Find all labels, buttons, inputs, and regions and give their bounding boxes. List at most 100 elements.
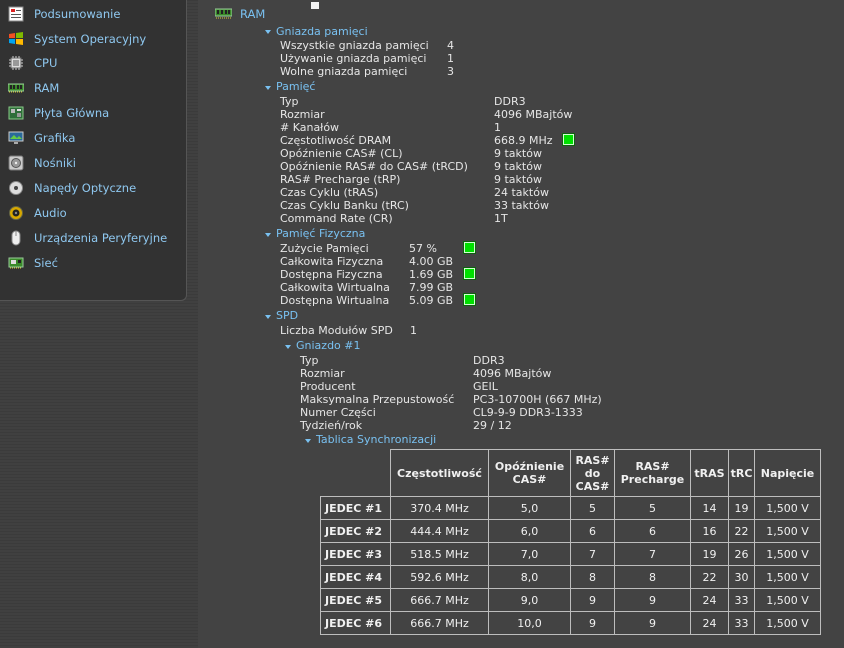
collapse-arrow-icon[interactable] — [265, 30, 271, 34]
table-cell: 6,0 — [488, 519, 571, 543]
table-row: JEDEC #4 592.6 MHz 8,0 8 8 22 30 1,500 V — [320, 565, 821, 589]
section-heading-memory[interactable]: Pamięć — [276, 80, 315, 93]
table-cell: 9 — [614, 611, 691, 635]
sidebar-item-optical-drives[interactable]: Napędy Optyczne — [8, 178, 136, 198]
sidebar-item-label: Płyta Główna — [34, 106, 110, 120]
table-cell: 370.4 MHz — [390, 496, 489, 520]
total-physical-value: 4.00 GB — [409, 255, 454, 268]
collapse-arrow-icon[interactable] — [305, 439, 311, 443]
table-cell: 24 — [690, 588, 729, 612]
hard-drive-icon — [8, 155, 24, 171]
memory-type-label: Typ — [280, 95, 299, 108]
status-ok-icon — [464, 294, 475, 305]
sidebar-item-label: System Operacyjny — [34, 32, 147, 46]
table-cell: 8 — [614, 565, 691, 589]
slots-used-label: Używanie gniazda pamięci — [280, 52, 427, 65]
collapse-arrow-icon[interactable] — [265, 233, 271, 237]
table-cell: 19 — [728, 496, 755, 520]
collapse-arrow-icon[interactable] — [285, 345, 291, 349]
sidebar-item-graphics[interactable]: Grafika — [8, 128, 75, 148]
sidebar-item-operating-system[interactable]: System Operacyjny — [8, 29, 146, 49]
table-cell: 19 — [690, 542, 729, 566]
table-cell: 5,0 — [488, 496, 571, 520]
total-virtual-value: 7.99 GB — [409, 281, 454, 294]
motherboard-icon — [8, 105, 24, 121]
available-physical-value: 1.69 GB — [409, 268, 454, 281]
command-rate-label: Command Rate (CR) — [280, 212, 393, 225]
table-cell: 9 — [614, 588, 691, 612]
column-header-voltage: Napięcie — [754, 449, 821, 497]
page-title: RAM — [240, 7, 266, 21]
total-physical-label: Całkowita Fizyczna — [280, 255, 384, 268]
spd-part-number-value: CL9-9-9 DDR3-1333 — [473, 406, 583, 419]
collapse-arrow-icon[interactable] — [265, 86, 271, 90]
collapse-arrow-icon[interactable] — [265, 315, 271, 319]
row-header: JEDEC #3 — [320, 542, 391, 566]
table-cell: 7 — [570, 542, 615, 566]
sidebar-item-label: Audio — [34, 206, 67, 220]
spd-manufacturer-value: GEIL — [473, 380, 498, 393]
spd-week-year-value: 29 / 12 — [473, 419, 512, 432]
table-cell: 7,0 — [488, 542, 571, 566]
timing-table-heading[interactable]: Tablica Synchronizacji — [316, 433, 436, 446]
sidebar-item-label: Napędy Optyczne — [34, 181, 137, 195]
trc-label: Czas Cyklu Banku (tRC) — [280, 199, 409, 212]
sidebar-item-ram[interactable]: RAM — [8, 78, 59, 98]
table-cell: 33 — [728, 588, 755, 612]
slots-total-value: 4 — [447, 39, 454, 52]
section-heading-slots[interactable]: Gniazda pamięci — [276, 25, 368, 38]
sidebar-item-motherboard[interactable]: Płyta Główna — [8, 103, 109, 123]
table-row: JEDEC #6 666.7 MHz 10,0 9 9 24 33 1,500 … — [320, 611, 821, 635]
optical-disc-icon — [8, 180, 24, 196]
table-cell: 1,500 V — [754, 565, 821, 589]
sidebar-item-audio[interactable]: Audio — [8, 203, 67, 223]
spd-size-label: Rozmiar — [300, 367, 345, 380]
table-cell: 22 — [728, 519, 755, 543]
spd-manufacturer-label: Producent — [300, 380, 356, 393]
status-ok-icon — [464, 268, 475, 279]
table-cell: 1,500 V — [754, 519, 821, 543]
spd-type-label: Typ — [300, 354, 319, 367]
table-cell: 5 — [570, 496, 615, 520]
trc-value: 33 taktów — [494, 199, 549, 212]
monitor-icon — [8, 130, 24, 146]
table-cell: 518.5 MHz — [390, 542, 489, 566]
dram-frequency-value: 668.9 MHz — [494, 134, 553, 147]
command-rate-value: 1T — [494, 212, 508, 225]
sidebar-item-network[interactable]: Sieć — [8, 253, 58, 273]
table-cell: 9 — [570, 611, 615, 635]
sidebar: Podsumowanie System Operacyjny CPU RAM P… — [0, 0, 187, 301]
scrollbar-thumb[interactable] — [311, 2, 319, 9]
sidebar-item-label: Grafika — [34, 131, 76, 145]
ram-icon — [214, 7, 233, 24]
timing-table: Częstotliwość Opóźnienie CAS# RAS# do CA… — [320, 449, 821, 635]
table-cell: 30 — [728, 565, 755, 589]
sidebar-item-storage[interactable]: Nośniki — [8, 153, 76, 173]
trcd-value: 9 taktów — [494, 160, 542, 173]
summary-icon — [8, 6, 24, 22]
mouse-icon — [8, 230, 24, 246]
memory-channels-value: 1 — [494, 121, 501, 134]
sidebar-item-summary[interactable]: Podsumowanie — [8, 4, 120, 24]
section-heading-spd[interactable]: SPD — [276, 309, 298, 322]
table-cell: 24 — [690, 611, 729, 635]
slots-used-value: 1 — [447, 52, 454, 65]
table-cell: 9 — [570, 588, 615, 612]
table-header-row: Częstotliwość Opóźnienie CAS# RAS# do CA… — [321, 449, 821, 497]
section-heading-physical-memory[interactable]: Pamięć Fizyczna — [276, 227, 365, 240]
table-cell: 1,500 V — [754, 611, 821, 635]
spd-modules-value: 1 — [410, 324, 417, 337]
sidebar-item-label: Nośniki — [34, 156, 76, 170]
cas-latency-label: Opóźnienie CAS# (CL) — [280, 147, 403, 160]
memory-type-value: DDR3 — [494, 95, 526, 108]
column-header-cas-latency: Opóźnienie CAS# — [488, 449, 571, 497]
sidebar-item-cpu[interactable]: CPU — [8, 53, 57, 73]
sidebar-item-peripherals[interactable]: Urządzenia Peryferyjne — [8, 228, 167, 248]
table-cell: 9,0 — [488, 588, 571, 612]
status-ok-icon — [563, 134, 574, 145]
table-cell: 5 — [614, 496, 691, 520]
slot-heading[interactable]: Gniazdo #1 — [296, 339, 361, 352]
table-cell: 33 — [728, 611, 755, 635]
table-cell: 8 — [570, 565, 615, 589]
dram-frequency-label: Częstotliwość DRAM — [280, 134, 392, 147]
